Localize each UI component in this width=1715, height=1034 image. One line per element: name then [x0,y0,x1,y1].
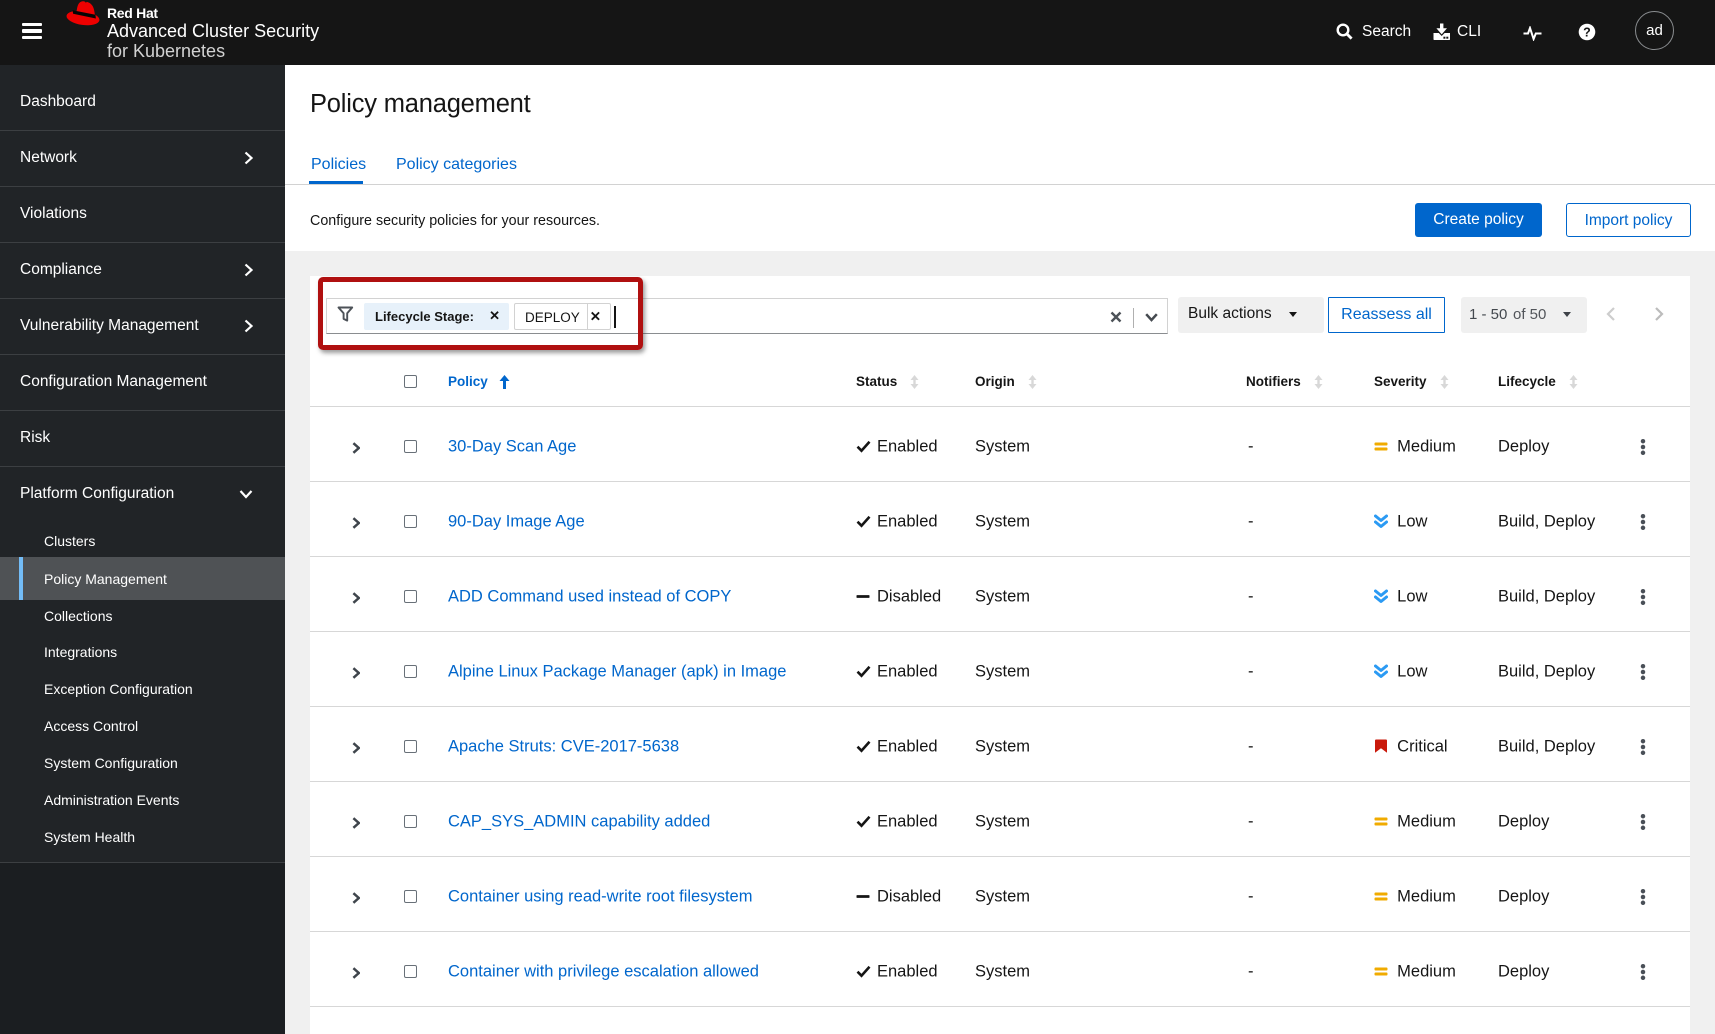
svg-text:?: ? [1583,25,1591,39]
